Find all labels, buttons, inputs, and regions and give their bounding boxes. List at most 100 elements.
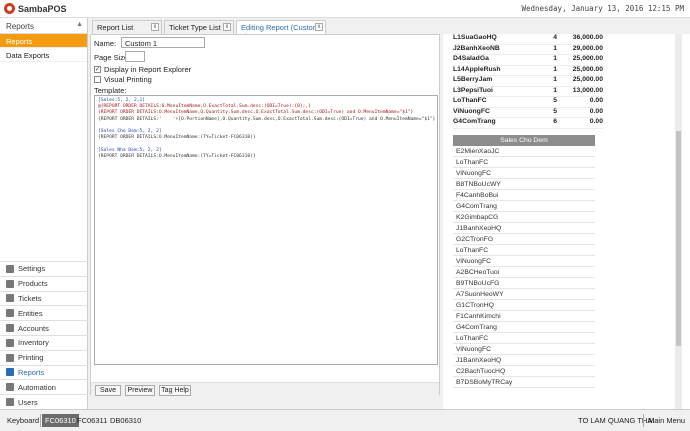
page-size-input[interactable] xyxy=(125,51,145,62)
template-line: {REPORT ORDER DETAILS:O.MenuItemName:(TY… xyxy=(98,153,256,159)
app-name: SambaPOS xyxy=(18,3,67,14)
list-item: B8TNBoUcWY xyxy=(453,179,595,190)
sidebar-subitem-data-exports[interactable]: Data Exports xyxy=(0,48,87,62)
table-row: D4SaladGa 1 25,000.00 xyxy=(453,55,603,66)
box-icon xyxy=(6,279,14,288)
nav-label: Inventory xyxy=(18,338,49,348)
nav-label: Users xyxy=(18,397,38,407)
checkbox-box[interactable]: ✓ xyxy=(94,66,101,73)
nav-label: Products xyxy=(18,279,48,289)
tab-editing-report[interactable]: Editing Report (Custom 1) x xyxy=(236,20,326,41)
list-item: A7SuonHeoWY xyxy=(453,289,595,300)
sidebar-subitem-reports[interactable]: Reports xyxy=(0,34,87,48)
section-list: E2MienXaoJC LoThanFC ViNuongFC B8TNBoUcW… xyxy=(453,146,595,388)
close-icon[interactable]: x xyxy=(223,23,231,31)
nav-item-products[interactable]: Products xyxy=(0,275,88,291)
table-row: L5BerryJam 1 25,000.00 xyxy=(453,76,603,87)
table-row: G4ComTrang 6 0.00 xyxy=(453,118,603,129)
nav-label: Tickets xyxy=(18,293,42,303)
sidebar: Reports ▲ Reports Data Exports Settings … xyxy=(0,18,88,409)
list-item: F1CanhKimchi xyxy=(453,311,595,322)
main-menu-button[interactable]: Main Menu xyxy=(645,414,688,427)
name-input[interactable]: Custom 1 xyxy=(121,37,205,48)
sidebar-nav: Settings Products Tickets Entities Accou… xyxy=(0,261,88,409)
display-in-explorer-checkbox[interactable]: ✓ Display in Report Explorer xyxy=(94,65,191,74)
nav-label: Printing xyxy=(18,353,44,363)
status-bar: Keyboard FC06310 FC06311 DB06310 TO LAM … xyxy=(0,409,690,431)
nav-item-accounts[interactable]: Accounts xyxy=(0,320,88,335)
sambapos-logo-icon xyxy=(4,3,15,14)
divider xyxy=(643,414,644,427)
nav-item-tickets[interactable]: Tickets xyxy=(0,290,88,306)
table-row: L1SuaGaoHQ 4 36,000.00 xyxy=(453,34,603,45)
nav-item-users[interactable]: Users xyxy=(0,394,88,409)
sidebar-header[interactable]: Reports ▲ xyxy=(0,18,87,34)
list-item: G2CTronFG xyxy=(453,234,595,245)
list-item: B7DSBoMyTRCay xyxy=(453,377,595,388)
list-item: K2GimbapCG xyxy=(453,212,595,223)
user-icon xyxy=(6,398,14,407)
list-item: LoThanFC xyxy=(453,157,595,168)
nav-item-printing[interactable]: Printing xyxy=(0,349,88,365)
datetime-display: Wednesday, January 13, 2016 12:15 PM xyxy=(521,4,684,13)
preview-button[interactable]: Preview xyxy=(125,385,155,396)
template-textarea[interactable]: [Sales:5, 2, 2,1] @{REPORT ORDER DETAILS:… xyxy=(94,95,438,365)
nav-item-inventory[interactable]: Inventory xyxy=(0,334,88,350)
nav-item-entities[interactable]: Entities xyxy=(0,305,88,320)
automation-icon xyxy=(6,383,14,392)
nav-label: Settings xyxy=(18,264,46,274)
vertical-scrollbar[interactable] xyxy=(675,34,682,409)
nav-item-reports[interactable]: Reports xyxy=(0,364,88,380)
nav-item-settings[interactable]: Settings xyxy=(0,261,88,276)
checkbox-label: Visual Printing xyxy=(104,75,152,84)
divider xyxy=(40,414,41,427)
table-row: J2BanhXeoNB 1 29,000.00 xyxy=(453,45,603,55)
chevron-icon[interactable]: ▲ xyxy=(76,21,83,28)
entity-icon xyxy=(6,309,14,318)
terminal-db06310[interactable]: DB06310 xyxy=(107,414,144,427)
list-item: F4CanhBoBui xyxy=(453,190,595,201)
keyboard-button[interactable]: Keyboard xyxy=(4,414,42,427)
printer-icon xyxy=(6,353,14,362)
tab-ticket-type-list[interactable]: Ticket Type List x xyxy=(164,20,234,34)
inventory-icon xyxy=(6,338,14,347)
close-icon[interactable]: x xyxy=(315,23,323,31)
close-icon[interactable]: x xyxy=(151,23,159,31)
save-button[interactable]: Save xyxy=(95,385,121,396)
list-item: LoThanFC xyxy=(453,333,595,344)
report-editor: Name: Custom 1 Page Size: ✓ Display in R… xyxy=(90,34,440,396)
scrollbar-thumb[interactable] xyxy=(676,131,681,346)
nav-label: Accounts xyxy=(18,323,49,333)
terminal-fc06311[interactable]: FC06311 xyxy=(74,414,110,427)
tab-report-list[interactable]: Report List x xyxy=(92,20,162,34)
account-icon xyxy=(6,324,14,333)
table-row: L14AppleRush 1 25,000.00 xyxy=(453,66,603,76)
list-item: G4ComTrang xyxy=(453,201,595,212)
list-item: LoThanFC xyxy=(453,245,595,256)
list-item: J1BanhXeoHQ xyxy=(453,223,595,234)
ticket-icon xyxy=(6,294,14,303)
editor-button-bar: Save Preview Tag Help xyxy=(91,382,439,396)
top-bar: SambaPOS Wednesday, January 13, 2016 12:… xyxy=(0,0,690,18)
table-row: ViNuongFC 5 0.00 xyxy=(453,108,603,118)
document-tabs: Report List x Ticket Type List x Editing… xyxy=(90,18,440,41)
report-preview-panel: L1SuaGaoHQ 4 36,000.00 J2BanhXeoNB 1 29,000.… xyxy=(443,34,690,409)
nav-label: Entities xyxy=(18,308,43,318)
tab-label: Report List xyxy=(97,23,134,32)
list-item: A2BCHeoTuoi xyxy=(453,267,595,278)
nav-item-automation[interactable]: Automation xyxy=(0,379,88,394)
list-item: C2BachTuocHQ xyxy=(453,366,595,377)
list-item: E2MienXaoJC xyxy=(453,146,595,157)
checkbox-label: Display in Report Explorer xyxy=(104,65,192,74)
sidebar-header-label: Reports xyxy=(6,22,35,31)
app-logo: SambaPOS xyxy=(4,3,67,14)
list-item: G1CTronHQ xyxy=(453,300,595,311)
nav-label: Reports xyxy=(18,367,45,377)
checkbox-box[interactable] xyxy=(94,76,101,83)
table-row: L3PepsiTuoi 1 13,000.00 xyxy=(453,87,603,97)
visual-printing-checkbox[interactable]: Visual Printing xyxy=(94,75,152,84)
tag-help-button[interactable]: Tag Help xyxy=(159,385,191,396)
section-header: Sales Cho Dem xyxy=(453,135,595,146)
table-row: LoThanFC 5 0.00 xyxy=(453,97,603,108)
list-item: B9TNBoUcFG xyxy=(453,278,595,289)
